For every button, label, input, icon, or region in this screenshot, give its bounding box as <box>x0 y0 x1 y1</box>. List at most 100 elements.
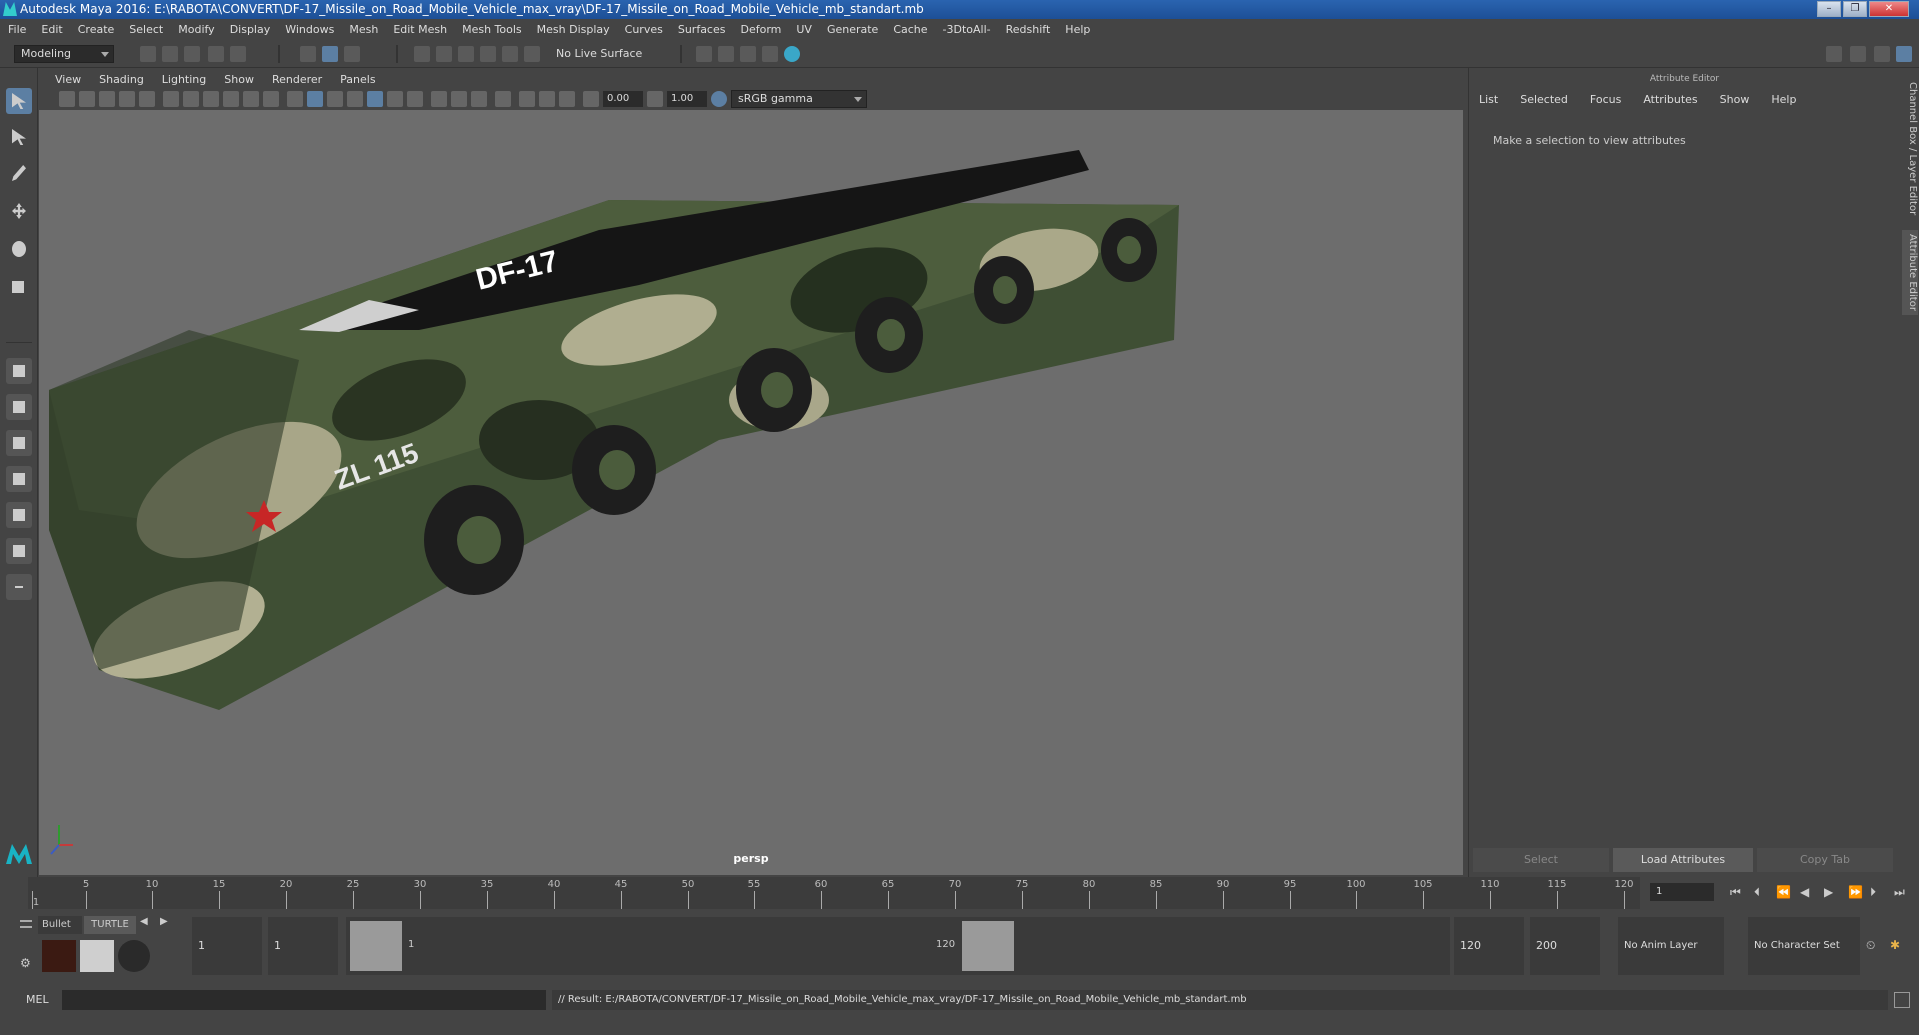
current-frame-field[interactable]: 1 <box>1650 883 1714 901</box>
panel-menu-renderer[interactable]: Renderer <box>272 73 322 86</box>
hypershade-icon[interactable] <box>784 46 800 62</box>
xray-active-icon[interactable] <box>539 91 555 107</box>
turtle-bake-icon[interactable] <box>80 940 114 972</box>
go-to-end-icon[interactable]: ⏭ <box>1894 885 1905 900</box>
select-hierarchy-icon[interactable] <box>300 46 316 62</box>
menu-mesh[interactable]: Mesh <box>349 23 378 36</box>
ae-menu-help[interactable]: Help <box>1771 93 1796 106</box>
maximize-button[interactable]: ❐ <box>1843 1 1867 17</box>
minimize-button[interactable]: – <box>1817 1 1841 17</box>
menu-surfaces[interactable]: Surfaces <box>678 23 726 36</box>
single-perspective-layout[interactable] <box>6 358 32 384</box>
field-chart-icon[interactable] <box>243 91 259 107</box>
copy-tab-button[interactable]: Copy Tab <box>1757 848 1893 872</box>
2d-pan-zoom-icon[interactable] <box>119 91 135 107</box>
new-scene-icon[interactable] <box>140 46 156 62</box>
select-button[interactable]: Select <box>1473 848 1609 872</box>
turtle-render-icon[interactable] <box>42 940 76 972</box>
film-gate-icon[interactable] <box>183 91 199 107</box>
close-button[interactable]: ✕ <box>1869 1 1909 17</box>
step-forward-key-icon[interactable]: ⏩ <box>1848 885 1863 899</box>
menu-create[interactable]: Create <box>78 23 115 36</box>
persp-outliner-layout[interactable] <box>6 430 32 456</box>
menu-modify[interactable]: Modify <box>178 23 214 36</box>
select-object-icon[interactable] <box>322 46 338 62</box>
menu-display[interactable]: Display <box>230 23 271 36</box>
attribute-editor-tab[interactable]: Attribute Editor <box>1902 230 1918 315</box>
menu-cache[interactable]: Cache <box>893 23 927 36</box>
four-view-layout[interactable] <box>6 394 32 420</box>
ipr-render-icon[interactable] <box>740 46 756 62</box>
menu-file[interactable]: File <box>8 23 26 36</box>
color-space-dropdown[interactable]: sRGB gamma <box>731 90 867 108</box>
step-back-icon[interactable]: ⏴ <box>1754 885 1760 900</box>
render-frame-icon[interactable] <box>718 46 734 62</box>
go-to-start-icon[interactable]: ⏮ <box>1730 885 1741 900</box>
menu-edit-mesh[interactable]: Edit Mesh <box>393 23 447 36</box>
shelf-scroll-right-icon[interactable]: ▶ <box>160 916 168 927</box>
load-attributes-button[interactable]: Load Attributes <box>1613 848 1753 872</box>
use-all-lights-icon[interactable] <box>387 91 403 107</box>
default-material-icon[interactable] <box>347 91 363 107</box>
snap-point-icon[interactable] <box>458 46 474 62</box>
scale-tool[interactable] <box>6 274 32 300</box>
render-view-icon[interactable] <box>762 46 778 62</box>
anim-layer-dropdown[interactable]: No Anim Layer <box>1618 917 1724 975</box>
animation-preferences-icon[interactable]: ✱ <box>1890 938 1900 952</box>
motion-blur-icon[interactable] <box>451 91 467 107</box>
xray-joints-icon[interactable] <box>559 91 575 107</box>
panel-menu-lighting[interactable]: Lighting <box>162 73 206 86</box>
menu-help[interactable]: Help <box>1065 23 1090 36</box>
exposure-icon[interactable] <box>583 91 599 107</box>
shadows-icon[interactable] <box>407 91 423 107</box>
timeline-ruler[interactable]: 1 5 10 15 20 25 30 35 40 45 50 55 60 65 70 75 80 85 90 95 10… <box>28 877 1640 909</box>
resolution-gate-icon[interactable] <box>203 91 219 107</box>
time-slider[interactable]: 1 5 10 15 20 25 30 35 40 45 50 55 60 65 70 75 80 85 90 95 10… <box>0 877 1919 911</box>
menu-edit[interactable]: Edit <box>41 23 62 36</box>
wireframe-icon[interactable] <box>287 91 303 107</box>
smooth-shade-icon[interactable] <box>307 91 323 107</box>
ambient-occlusion-icon[interactable] <box>431 91 447 107</box>
snap-curve-icon[interactable] <box>436 46 452 62</box>
menu-mesh-tools[interactable]: Mesh Tools <box>462 23 522 36</box>
ae-menu-show[interactable]: Show <box>1720 93 1750 106</box>
snap-live-icon[interactable] <box>524 46 540 62</box>
character-set-dropdown[interactable]: No Character Set <box>1748 917 1860 975</box>
snap-view-icon[interactable] <box>480 46 496 62</box>
mode-dropdown[interactable]: Modeling <box>14 45 114 63</box>
end-time-field[interactable]: 200 <box>1530 917 1600 975</box>
save-scene-icon[interactable] <box>184 46 200 62</box>
menu-generate[interactable]: Generate <box>827 23 878 36</box>
rotate-tool[interactable] <box>6 236 32 262</box>
paint-select-tool[interactable] <box>6 160 32 186</box>
shelf-menu-icon[interactable] <box>20 920 32 928</box>
range-start-handle[interactable] <box>350 921 402 971</box>
channel-box-icon[interactable] <box>1896 46 1912 62</box>
modeling-toolkit-icon[interactable] <box>1826 46 1842 62</box>
attribute-editor-toggle-icon[interactable] <box>1850 46 1866 62</box>
grease-pencil-icon[interactable] <box>139 91 155 107</box>
menu-uv[interactable]: UV <box>796 23 812 36</box>
panel-menu-shading[interactable]: Shading <box>99 73 144 86</box>
panel-menu-panels[interactable]: Panels <box>340 73 375 86</box>
shelf-settings-icon[interactable]: ⚙ <box>20 956 31 970</box>
panel-menu-view[interactable]: View <box>55 73 81 86</box>
live-surface-label[interactable]: No Live Surface <box>556 47 642 60</box>
step-back-key-icon[interactable]: ⏪ <box>1776 885 1791 899</box>
persp-uv-layout[interactable] <box>6 538 32 564</box>
move-tool[interactable] <box>6 198 32 224</box>
viewport-persp[interactable]: DF-17 ZL 115 persp <box>39 110 1463 875</box>
select-tool[interactable] <box>6 88 32 114</box>
persp-graph-layout[interactable] <box>6 466 32 492</box>
open-scene-icon[interactable] <box>162 46 178 62</box>
step-forward-icon[interactable]: ⏵ <box>1870 885 1876 900</box>
command-input[interactable] <box>62 990 546 1010</box>
custom-layout[interactable] <box>6 574 32 600</box>
select-component-icon[interactable] <box>344 46 360 62</box>
ae-menu-focus[interactable]: Focus <box>1590 93 1621 106</box>
grid-toggle-icon[interactable] <box>163 91 179 107</box>
image-plane-icon[interactable] <box>99 91 115 107</box>
camera-attributes-icon[interactable] <box>59 91 75 107</box>
shelf-scroll-left-icon[interactable]: ◀ <box>140 916 148 927</box>
render-settings-icon[interactable] <box>696 46 712 62</box>
